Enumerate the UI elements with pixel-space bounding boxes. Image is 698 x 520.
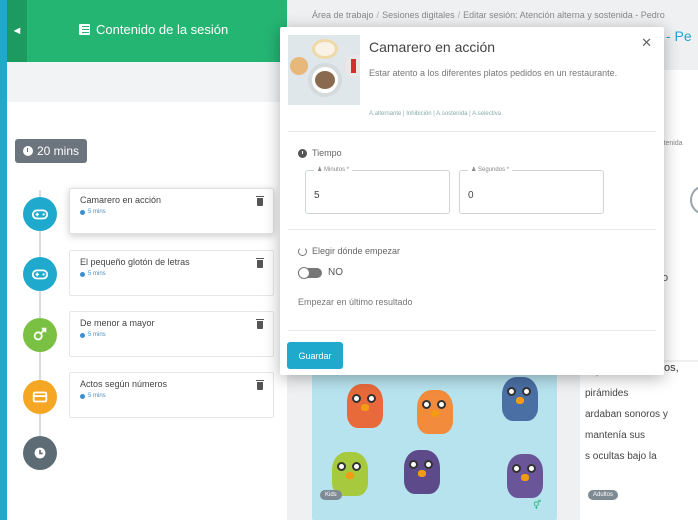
start-section-text: Elegir dónde empezar: [312, 246, 401, 256]
activity-settings-modal: ✕ Camarero en acción Estar atento a los …: [280, 27, 664, 375]
description-line: s ocultas bajo la: [585, 451, 657, 462]
sidebar-title-text: Contenido de la sesión: [96, 22, 229, 37]
page-title: - Pe: [666, 28, 692, 44]
modal-tags: A.alternante | Inhibición | A.sostenida …: [369, 111, 502, 117]
toggle-label: NO: [328, 267, 343, 278]
activity-title: De menor a mayor: [80, 318, 155, 328]
owl-character: [507, 454, 543, 498]
card-icon[interactable]: [23, 380, 57, 414]
owl-character: [404, 450, 440, 494]
seconds-label: ♟ Segundos *: [468, 166, 513, 173]
sidebar-header: ◄ Contenido de la sesión: [7, 0, 287, 62]
minutes-label: ♟ Minutos *: [314, 166, 353, 173]
activity-card[interactable]: Actos según números 5 mins: [69, 372, 274, 418]
save-button[interactable]: Guardar: [287, 342, 343, 369]
breadcrumb-item[interactable]: Área de trabajo: [312, 10, 374, 20]
gamepad-icon[interactable]: [23, 197, 57, 231]
activity-card[interactable]: El pequeño glotón de letras 5 mins: [69, 250, 274, 296]
duration-text: 20 mins: [37, 144, 80, 158]
close-icon[interactable]: ✕: [641, 35, 652, 51]
divider: [288, 330, 656, 331]
trash-icon[interactable]: [256, 380, 264, 390]
owl-character: [347, 384, 383, 428]
breadcrumb-item[interactable]: Sesiones digitales: [382, 10, 455, 20]
divider: [288, 229, 656, 230]
breadcrumb-item: Editar sesión: Atención alterna y sosten…: [463, 10, 665, 20]
game-preview: Kids: [312, 362, 557, 520]
divider: [288, 131, 656, 132]
trash-icon[interactable]: [256, 196, 264, 206]
details-panel: [660, 70, 698, 360]
clock-icon: [23, 436, 57, 470]
modal-title: Camarero en acción: [369, 39, 496, 55]
sidebar-band: [7, 62, 287, 102]
details-text: os,: [664, 362, 679, 374]
arrow-left-icon: ◄: [11, 25, 23, 37]
activity-thumbnail: [288, 35, 360, 105]
activity-title: Camarero en acción: [80, 195, 162, 205]
description-line: mantenía sus: [585, 430, 646, 441]
description-line: ardaban sonoros y: [585, 409, 668, 420]
clock-icon: [23, 146, 33, 156]
activity-title: El pequeño glotón de letras: [80, 257, 190, 267]
start-section-label: Elegir dónde empezar: [298, 246, 400, 256]
trash-icon[interactable]: [256, 319, 264, 329]
owl-character: [417, 390, 453, 434]
seconds-field[interactable]: ♟ Segundos * 0: [459, 166, 604, 214]
back-button[interactable]: ◄: [7, 0, 27, 62]
activity-duration: 5 mins: [80, 271, 263, 277]
owl-character: [502, 377, 538, 421]
clock-icon: [298, 148, 307, 158]
gamepad-icon[interactable]: [23, 257, 57, 291]
list-icon: [79, 24, 90, 35]
restart-icon: [298, 246, 307, 256]
activity-card[interactable]: Camarero en acción 5 mins: [69, 188, 274, 234]
activity-title: Actos según números: [80, 379, 168, 389]
time-section-text: Tiempo: [312, 148, 342, 158]
sidebar-title: Contenido de la sesión: [79, 22, 228, 37]
gender-icon: ⚥: [533, 500, 542, 510]
session-sidebar: ◄ Contenido de la sesión 20 mins Camarer…: [7, 0, 287, 520]
modal-description: Estar atento a los diferentes platos ped…: [369, 68, 618, 78]
activity-duration: 5 mins: [80, 209, 263, 215]
tag-badge: Kids: [320, 490, 342, 500]
activity-card[interactable]: De menor a mayor 5 mins: [69, 311, 274, 357]
start-toggle[interactable]: [298, 267, 322, 279]
time-section-label: Tiempo: [298, 148, 342, 158]
resume-label: Empezar en último resultado: [298, 297, 413, 307]
trash-icon[interactable]: [256, 258, 264, 268]
activity-duration: 5 mins: [80, 332, 263, 338]
tag-badge: Adultos: [588, 490, 619, 500]
gender-icon[interactable]: [23, 318, 57, 352]
minutes-field[interactable]: ♟ Minutos * 5: [305, 166, 450, 214]
breadcrumb: Área de trabajo / Sesiones digitales / Edita…: [312, 10, 665, 20]
description-line: pirámides: [585, 388, 629, 399]
duration-badge: 20 mins: [15, 139, 88, 163]
minutes-value[interactable]: 5: [314, 190, 320, 201]
seconds-value[interactable]: 0: [468, 190, 474, 201]
description-panel: os, pirámides ardaban sonoros y mantenía…: [580, 362, 698, 520]
activity-duration: 5 mins: [80, 393, 263, 399]
